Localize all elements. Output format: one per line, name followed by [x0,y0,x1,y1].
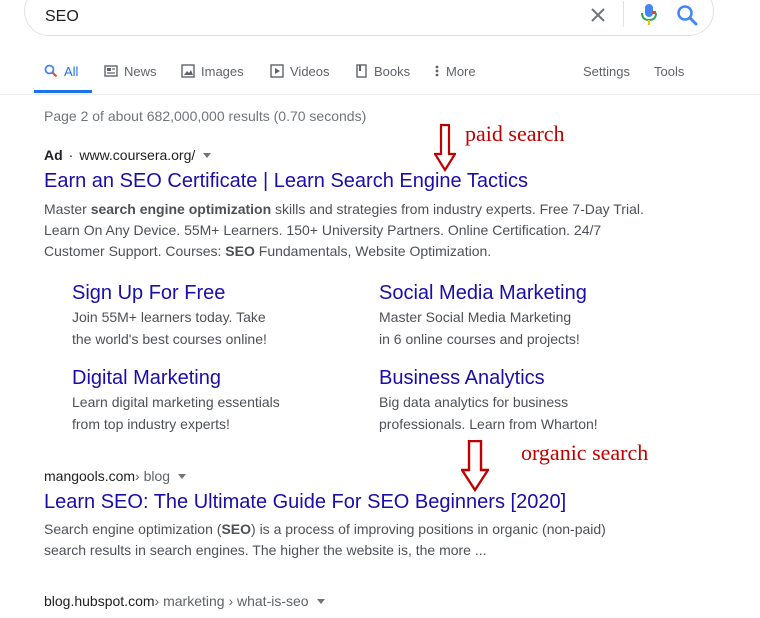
sitelink-sign-up[interactable]: Sign Up For Free [72,282,225,305]
settings-link[interactable]: Settings [583,64,630,98]
sitelink-desc: Big data analytics for business professio… [379,394,598,432]
snippet-line: Learn On Any Device. 55M+ Learners. 150+… [44,222,602,238]
result-stats: Page 2 of about 682,000,000 results (0.7… [44,108,367,124]
ad-url-line: Ad · www.coursera.org/ [44,147,212,163]
more-dots-icon [435,65,439,77]
tabs-divider [0,94,760,95]
result-cite: blog.hubspot.com › marketing › what-is-s… [44,593,325,609]
sitelink-desc: Learn digital marketing essentials from t… [72,394,280,432]
tab-books[interactable]: Books [354,64,410,98]
images-icon [181,64,195,78]
snippet-line: search results in search engines. The hi… [44,542,487,558]
separator: · [68,147,74,163]
tools-label: Tools [654,64,685,79]
down-arrow-icon [461,440,489,492]
chevron-down-icon[interactable] [203,152,212,158]
search-box [24,0,714,36]
paid-search-annotation: paid search [465,121,565,146]
result-title-link[interactable]: Learn SEO: The Ultimate Guide For SEO Be… [44,491,566,514]
tab-label: More [446,64,476,79]
tab-label: Images [201,64,244,79]
ad-snippet: Master search engine optimization skills… [44,199,664,262]
organic-search-annotation: organic search [521,440,649,465]
search-divider [623,1,624,27]
tab-label: Books [374,64,411,79]
books-icon [356,64,367,78]
tab-more[interactable]: More [434,64,476,98]
tab-label: Videos [290,64,330,79]
ad-title-link[interactable]: Earn an SEO Certificate | Learn Search E… [44,170,528,193]
snippet-line: Search engine optimization (SEO) is a pr… [44,521,606,537]
tab-label: All [64,64,79,79]
snippet-line: Master search engine optimization skills… [44,201,644,217]
result-path: › blog [135,468,171,484]
chevron-down-icon[interactable] [178,473,187,479]
sitelink-desc: Master Social Media Marketing in 6 online… [379,309,580,347]
tab-label: News [124,64,157,79]
down-arrow-icon [434,124,456,172]
ad-badge: Ad [44,147,63,163]
result-snippet: Search engine optimization (SEO) is a pr… [44,519,664,561]
search-icon[interactable] [676,4,698,26]
tab-news[interactable]: News [104,64,157,98]
active-tab-indicator [34,90,92,93]
result-cite: mangools.com › blog [44,468,187,484]
result-domain[interactable]: blog.hubspot.com [44,593,155,609]
clear-icon[interactable] [588,5,608,25]
ad-url[interactable]: www.coursera.org/ [79,147,195,163]
sitelink-desc: Join 55M+ learners today. Take the world'… [72,309,267,347]
chevron-down-icon[interactable] [316,598,325,604]
settings-label: Settings [583,64,630,79]
snippet-line: Customer Support. Courses: SEO Fundament… [44,243,492,259]
search-input[interactable] [45,5,565,29]
search-tabs: All News Images Videos Books More Settin… [34,60,760,94]
search-icon [44,64,58,78]
videos-icon [270,64,284,78]
tab-videos[interactable]: Videos [270,64,330,98]
news-icon [104,65,118,77]
sitelink-business-analytics[interactable]: Business Analytics [379,367,545,390]
microphone-icon[interactable] [639,3,659,27]
result-domain[interactable]: mangools.com [44,468,135,484]
tools-link[interactable]: Tools [654,64,684,98]
sitelink-social-media[interactable]: Social Media Marketing [379,282,587,305]
result-path: › marketing › what-is-seo [154,593,309,609]
tab-images[interactable]: Images [181,64,244,98]
sitelink-digital-marketing[interactable]: Digital Marketing [72,367,221,390]
